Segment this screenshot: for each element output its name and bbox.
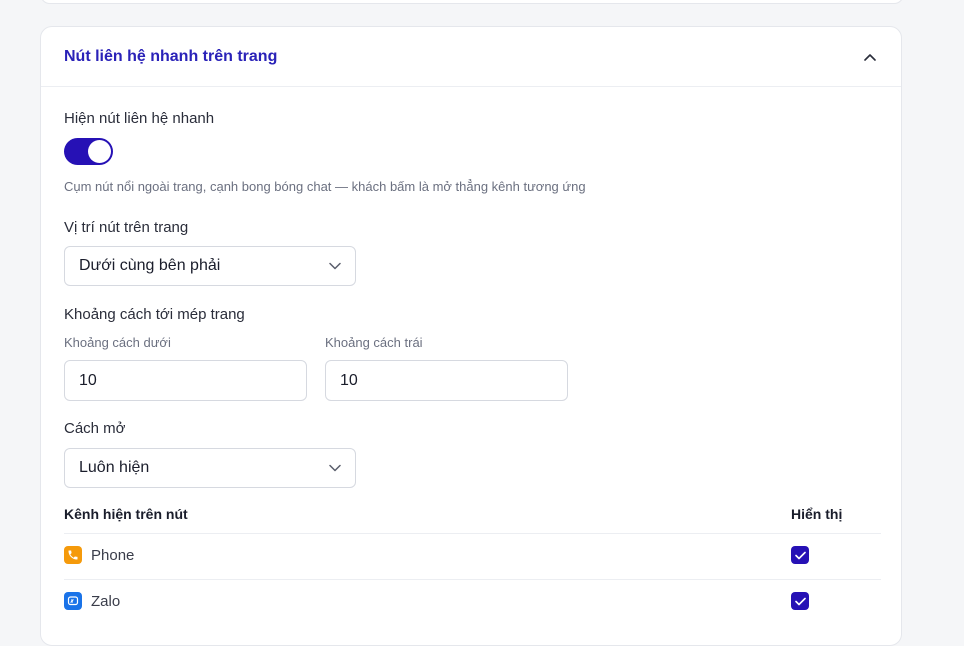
toggle-label: Hiện nút liên hệ nhanh (64, 110, 215, 127)
offset-left-label: Khoảng cách trái (325, 335, 423, 350)
offset-bottom-input[interactable] (64, 360, 307, 401)
chevron-down-icon (329, 459, 341, 477)
offset-left-input[interactable] (325, 360, 568, 401)
chevron-down-icon (329, 257, 341, 275)
table-row: Zalo (64, 592, 120, 610)
open-mode-label: Cách mở (64, 420, 126, 437)
toggle-hint: Cụm nút nổi ngoài trang, cạnh bong bóng … (64, 179, 586, 194)
visible-column-header: Hiển thị (791, 506, 843, 522)
table-row: Phone (64, 546, 134, 564)
position-label: Vị trí nút trên trang (64, 219, 189, 236)
previous-card (40, 0, 904, 4)
phone-visible-checkbox[interactable] (791, 546, 809, 564)
card-header[interactable]: Nút liên hệ nhanh trên trang (41, 27, 901, 87)
phone-icon (64, 546, 82, 564)
position-select[interactable]: Dưới cùng bên phải (64, 246, 356, 286)
zalo-visible-checkbox[interactable] (791, 592, 809, 610)
card-body: Hiện nút liên hệ nhanh Cụm nút nổi ngoài… (64, 87, 882, 610)
offset-bottom-label: Khoảng cách dưới (64, 335, 171, 350)
table-divider (64, 533, 881, 534)
zalo-icon (64, 592, 82, 610)
quick-contact-card: Nút liên hệ nhanh trên trang Hiện nút li… (40, 26, 902, 646)
table-divider (64, 579, 881, 580)
toggle-knob (88, 140, 111, 163)
open-mode-select[interactable]: Luôn hiện (64, 448, 356, 488)
channel-name: Phone (91, 546, 135, 564)
quick-contact-toggle[interactable] (64, 138, 113, 165)
chevron-up-icon[interactable] (862, 49, 878, 65)
open-mode-select-value: Luôn hiện (79, 459, 150, 476)
channel-column-header: Kênh hiện trên nút (64, 506, 188, 522)
offset-label: Khoảng cách tới mép trang (64, 306, 245, 323)
position-select-value: Dưới cùng bên phải (79, 257, 221, 274)
card-title: Nút liên hệ nhanh trên trang (64, 47, 278, 65)
channel-name: Zalo (91, 592, 121, 610)
